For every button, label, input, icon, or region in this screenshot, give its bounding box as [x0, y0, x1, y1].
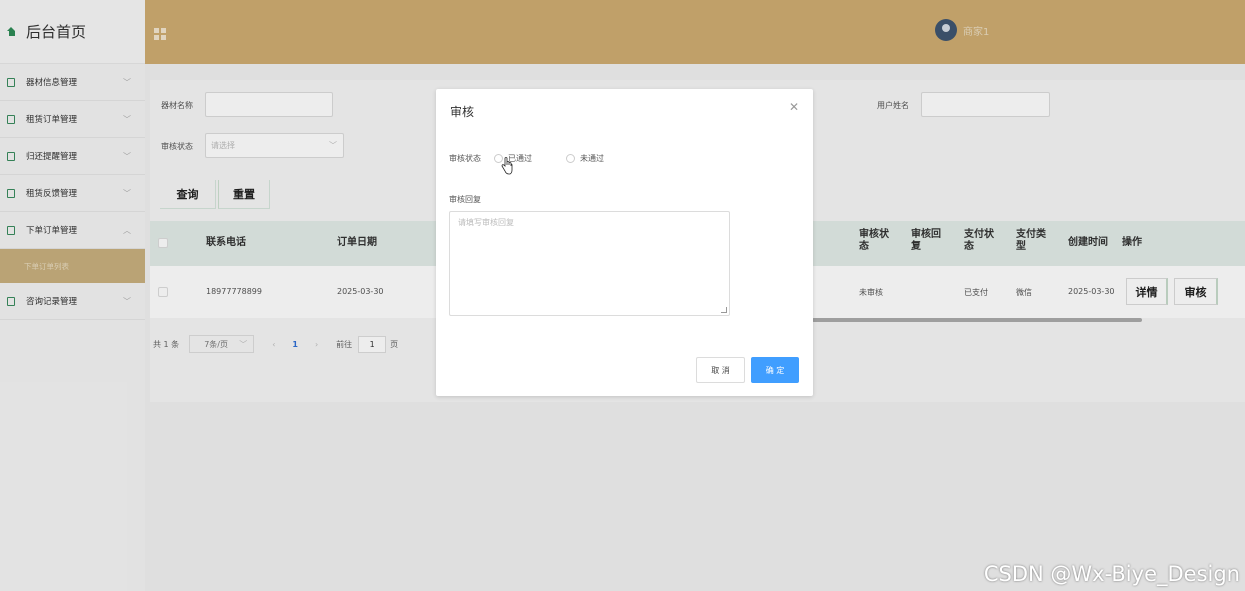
audit-dialog: 审核 ✕ 审核状态 已通过 未通过 审核回复 请填写审核回复 取 消 确 定 — [436, 89, 813, 396]
audit-reply-label: 审核回复 — [449, 195, 481, 204]
textarea-placeholder: 请填写审核回复 — [458, 218, 514, 227]
audit-reply-textarea[interactable]: 请填写审核回复 — [449, 211, 730, 316]
resize-handle-icon[interactable] — [721, 307, 727, 313]
dialog-title: 审核 — [450, 105, 475, 119]
radio-approved[interactable]: 已通过 — [494, 153, 532, 164]
radio-circle — [566, 154, 575, 163]
hand-cursor-icon — [501, 157, 513, 175]
audit-status-label: 审核状态 — [449, 154, 481, 163]
confirm-button[interactable]: 确 定 — [751, 357, 799, 383]
radio-label: 未通过 — [580, 154, 604, 163]
radio-rejected[interactable]: 未通过 — [566, 153, 604, 164]
close-icon[interactable]: ✕ — [789, 100, 799, 114]
watermark: CSDN @Wx-Biye_Design — [983, 562, 1240, 586]
cancel-button[interactable]: 取 消 — [696, 357, 745, 383]
